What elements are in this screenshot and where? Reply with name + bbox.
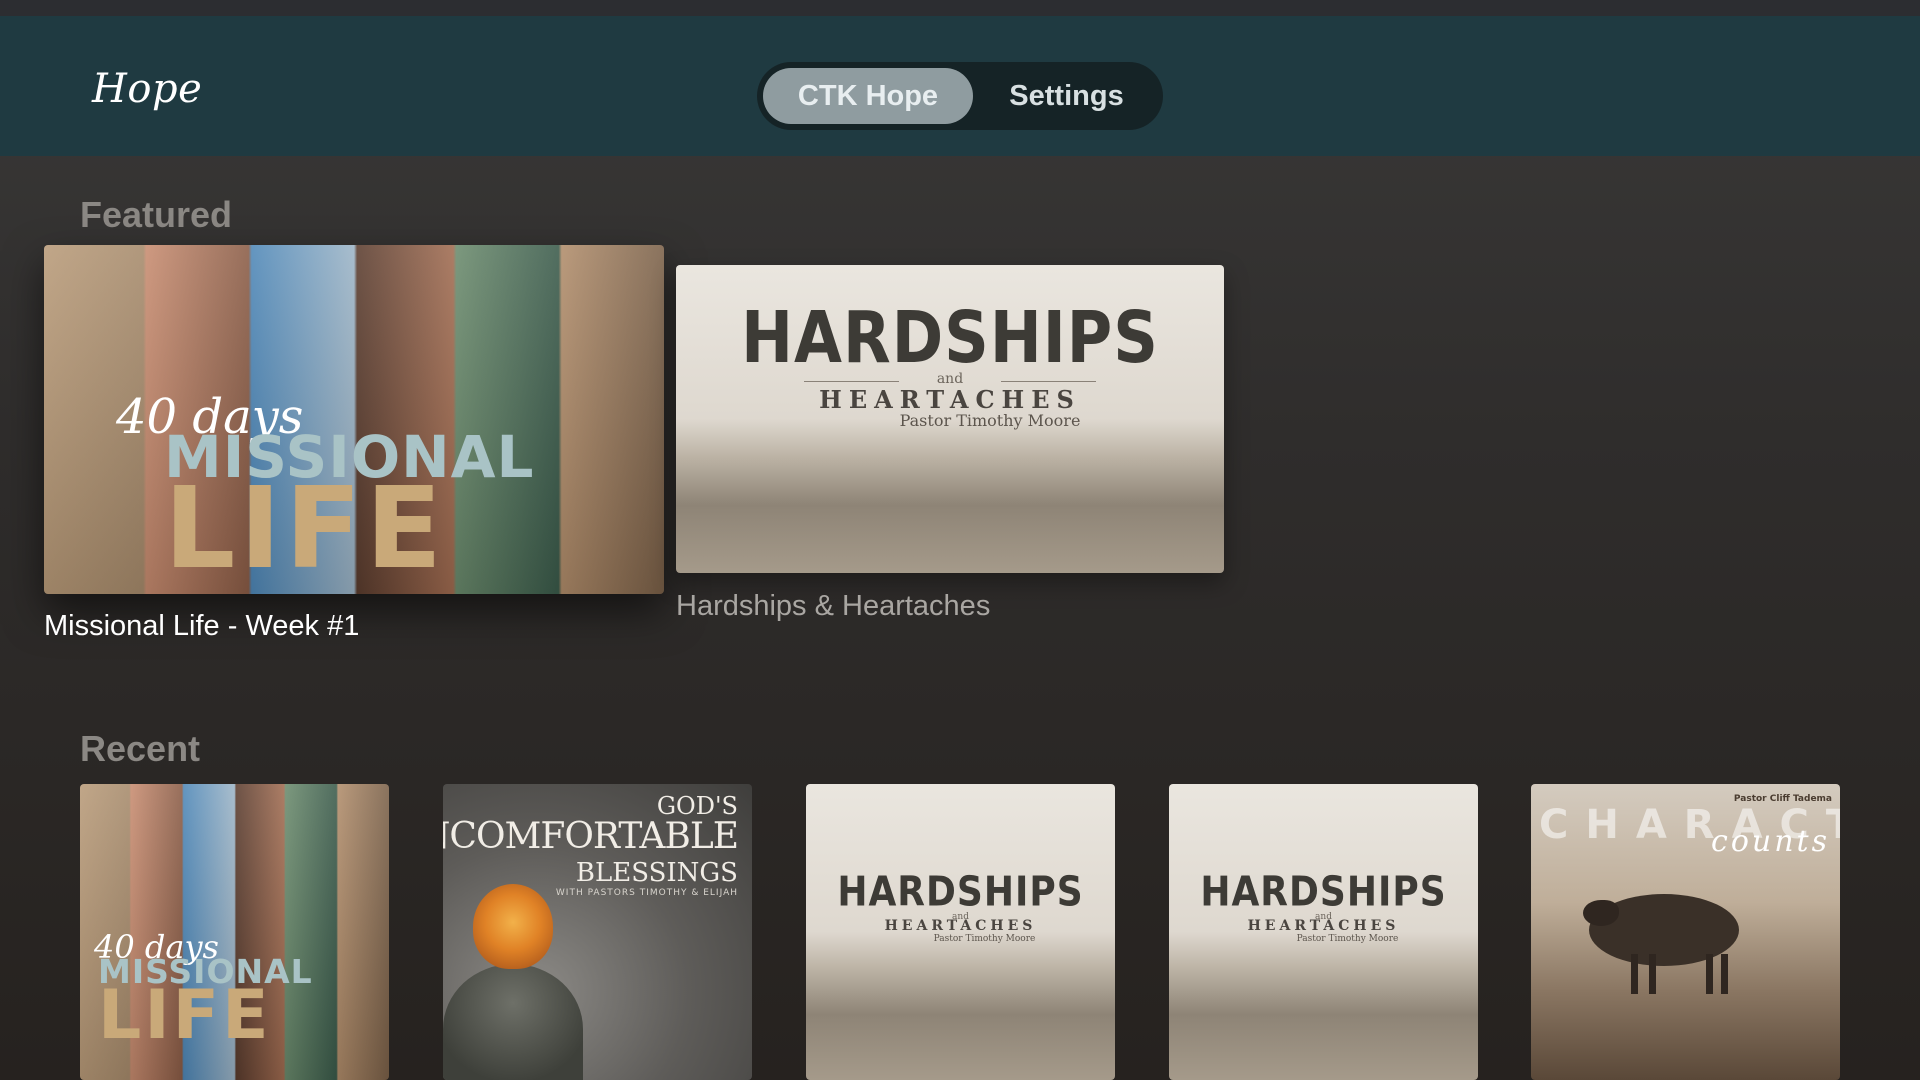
artwork-sheep-leg (1631, 954, 1638, 994)
artwork-hardships-text: HARDSHIPS (1200, 868, 1447, 917)
artwork-heartaches-text: HEARTACHES (819, 385, 1081, 414)
featured-caption-missional-life: Missional Life - Week #1 (44, 610, 360, 642)
artwork-counts-text: counts (1711, 824, 1830, 859)
featured-card-hardships-heartaches[interactable]: HARDSHIPS and HEARTACHES Pastor Timothy … (676, 265, 1224, 573)
artwork-hardships-text: HARDSHIPS (837, 868, 1084, 917)
featured-section-title: Featured (80, 194, 233, 235)
recent-card-missional-life[interactable]: 40 days MISSIONAL LIFE (80, 784, 389, 1080)
artwork-uncomfortable-text: UNCOMFORTABLE (443, 816, 739, 857)
tab-ctk-hope[interactable]: CTK Hope (763, 68, 973, 124)
featured-caption-hardships-heartaches: Hardships & Heartaches (676, 590, 991, 622)
artwork-sheep-head (1583, 900, 1619, 926)
artwork-hardships-text: HARDSHIPS (741, 295, 1159, 380)
recent-section-title: Recent (80, 728, 201, 769)
artwork-rule-left (804, 381, 899, 382)
artwork-sheep-leg (1649, 954, 1656, 994)
tab-bar: CTK Hope Settings (757, 62, 1163, 130)
recent-card-hardships-heartaches-2[interactable]: HARDSHIPS and HEARTACHES Pastor Timothy … (1169, 784, 1478, 1080)
artwork-pastors-text: WITH PASTORS TIMOTHY & ELIJAH (555, 888, 738, 898)
tab-settings[interactable]: Settings (979, 68, 1154, 124)
artwork-rule-right (1001, 381, 1096, 382)
artwork-life-text: LIFE (164, 464, 447, 594)
artwork-blessings-text: BLESSINGS (575, 858, 738, 888)
artwork-heartaches-text: HEARTACHES (1247, 918, 1400, 934)
hope-logo: Hope (92, 66, 203, 112)
artwork-pastor-text: Pastor Timothy Moore (899, 411, 1081, 430)
top-edge-bar (0, 0, 1920, 16)
recent-card-gods-uncomfortable-blessings[interactable]: GOD'S UNCOMFORTABLE BLESSINGS WITH PASTO… (443, 784, 752, 1080)
recent-card-character-counts[interactable]: Pastor Cliff Tadema CHARACTER counts (1531, 784, 1840, 1080)
artwork-cactus (443, 964, 583, 1080)
artwork-pastor-text: Pastor Timothy Moore (933, 934, 1036, 944)
artwork-heartaches-text: HEARTACHES (884, 918, 1037, 934)
artwork-cactus-flower (473, 884, 553, 969)
artwork-pastor-text: Pastor Timothy Moore (1296, 934, 1399, 944)
artwork-sheep-leg (1706, 954, 1713, 994)
top-navigation-bar: Hope CTK Hope Settings (0, 16, 1920, 156)
recent-card-hardships-heartaches[interactable]: HARDSHIPS and HEARTACHES Pastor Timothy … (806, 784, 1115, 1080)
artwork-sheep-leg (1721, 954, 1728, 994)
artwork-life-text: LIFE (98, 976, 272, 1055)
featured-card-missional-life[interactable]: 40 days MISSIONAL LIFE (44, 245, 664, 594)
